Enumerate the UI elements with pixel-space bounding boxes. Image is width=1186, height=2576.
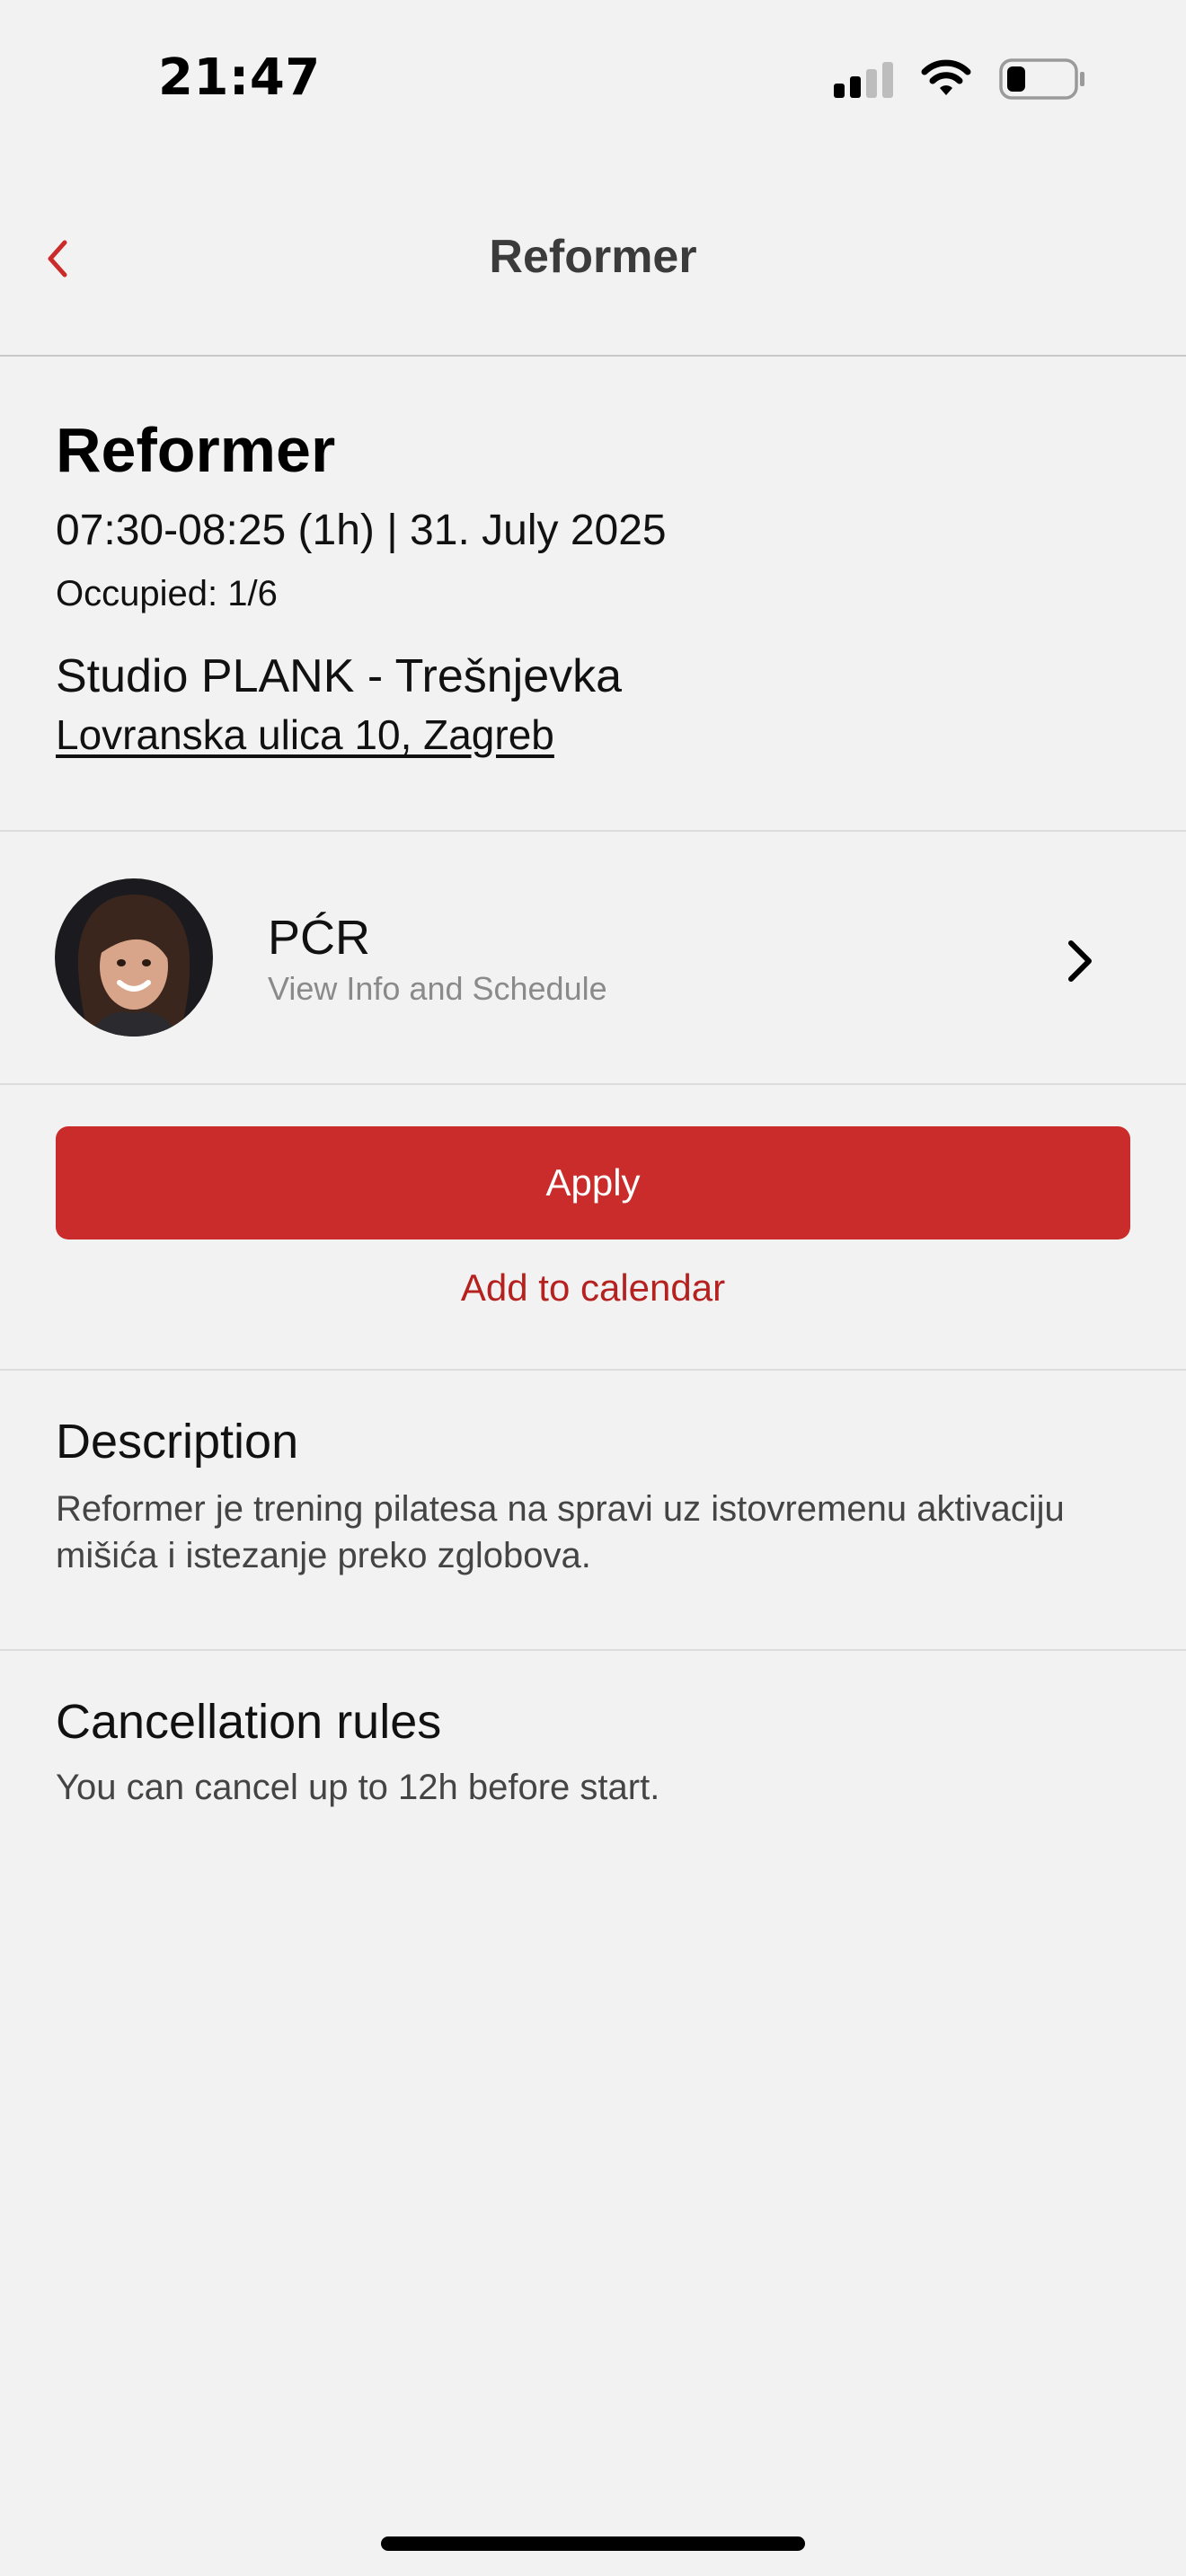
battery-icon	[999, 58, 1084, 100]
description-text: Reformer je trening pilatesa na spravi u…	[56, 1489, 1065, 1575]
description-section: Description Reformer je trening pilatesa…	[0, 1371, 1186, 1651]
status-time: 21:47	[158, 49, 321, 107]
description-title: Description	[56, 1415, 299, 1469]
signal-icon	[834, 60, 893, 98]
add-to-calendar-link[interactable]: Add to calendar	[0, 1266, 1186, 1310]
studio-address-link[interactable]: Lovranska ulica 10, Zagreb	[56, 710, 554, 759]
cancellation-text: You can cancel up to 12h before start.	[56, 1768, 660, 1807]
navigation-bar: Reformer	[0, 162, 1186, 357]
status-icons	[834, 57, 1085, 101]
class-title: Reformer	[56, 415, 336, 485]
status-bar: 21:47	[0, 0, 1186, 162]
instructor-subtitle: View Info and Schedule	[268, 970, 607, 1007]
avatar	[55, 878, 213, 1037]
page-title: Reformer	[489, 231, 697, 283]
apply-button[interactable]: Apply	[56, 1126, 1130, 1239]
screen: 21:47 Reformer Reformer 07:30-08:25 (1h)…	[0, 0, 1186, 2576]
actions-section: Apply Add to calendar	[0, 1085, 1186, 1371]
class-time: 07:30-08:25 (1h) | 31. July 2025	[56, 507, 667, 554]
class-occupancy: Occupied: 1/6	[56, 574, 278, 613]
cancellation-section: Cancellation rules You can cancel up to …	[0, 1651, 1186, 1920]
class-info-section: Reformer 07:30-08:25 (1h) | 31. July 202…	[0, 357, 1186, 832]
chevron-right-icon	[1068, 940, 1092, 982]
wifi-icon	[921, 59, 971, 95]
instructor-row[interactable]: PĆR View Info and Schedule	[0, 832, 1186, 1085]
instructor-name: PĆR	[268, 911, 371, 965]
cancellation-title: Cancellation rules	[56, 1695, 442, 1749]
home-indicator	[381, 2536, 805, 2551]
studio-name: Studio PLANK - Trešnjevka	[56, 650, 623, 702]
